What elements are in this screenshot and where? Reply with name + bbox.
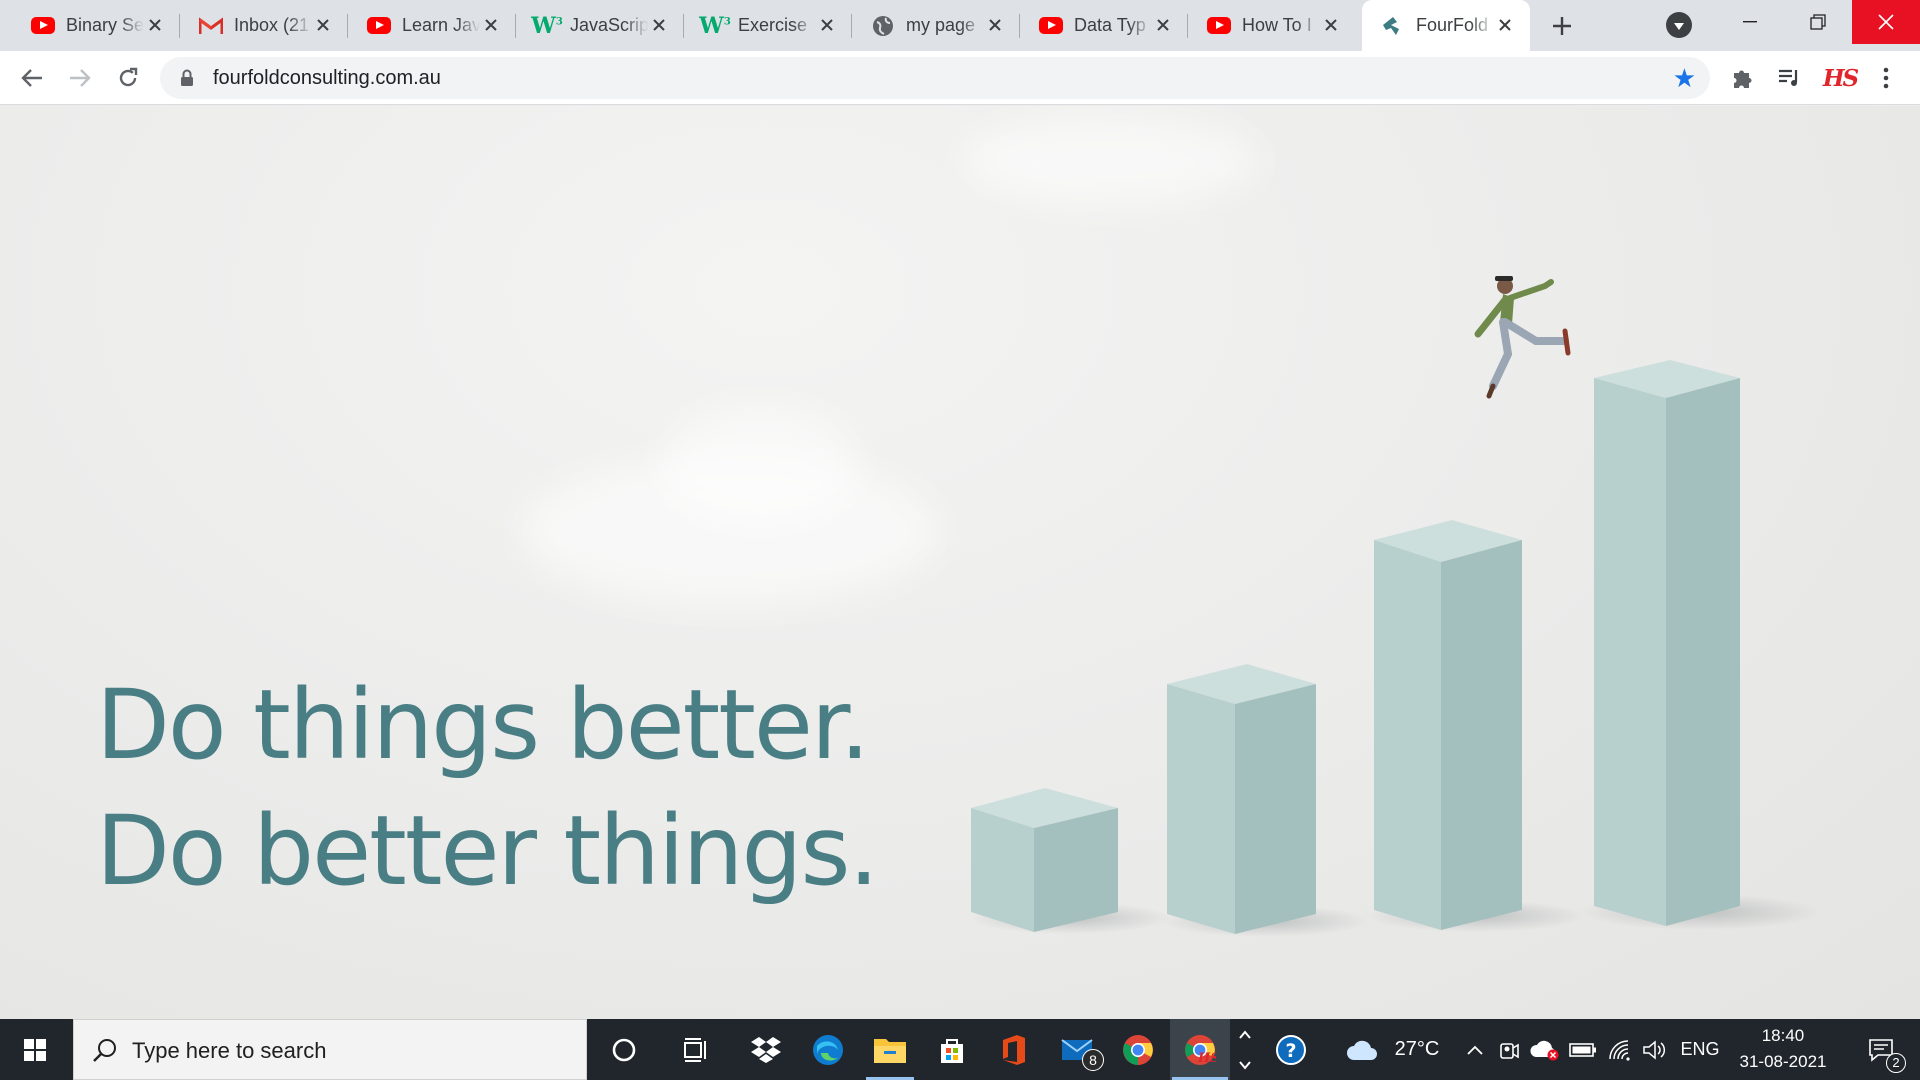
- weather-cloud-icon[interactable]: [1344, 1019, 1380, 1080]
- tab-title: Inbox (21: [234, 15, 310, 35]
- block-2: [1167, 664, 1316, 934]
- tab-2[interactable]: Inbox (21: [180, 0, 348, 51]
- search-placeholder: Type here to search: [132, 1038, 327, 1063]
- youtube-icon: [1206, 13, 1232, 39]
- file-explorer-icon[interactable]: [862, 1019, 918, 1080]
- hero-headline: Do things better. Do better things.: [96, 662, 879, 914]
- dropbox-icon[interactable]: [738, 1019, 794, 1080]
- lock-icon[interactable]: [180, 69, 194, 92]
- url-text[interactable]: fourfoldconsulting.com.au: [213, 57, 441, 99]
- clock[interactable]: 18:40 31-08-2021: [1728, 1023, 1838, 1075]
- media-controls-icon[interactable]: [1776, 64, 1804, 92]
- show-hidden-icons-chevron-icon[interactable]: [1460, 1019, 1490, 1080]
- jumping-person: [1474, 276, 1571, 399]
- svg-text:?: ?: [1285, 1040, 1296, 1062]
- close-tab-icon[interactable]: [1320, 14, 1342, 36]
- wifi-icon[interactable]: [1604, 1019, 1636, 1080]
- w3schools-icon: W3: [531, 12, 563, 39]
- tab-title: How To I: [1242, 15, 1312, 35]
- start-button[interactable]: [0, 1019, 70, 1080]
- close-tab-icon[interactable]: [480, 14, 502, 36]
- tab-8[interactable]: How To I: [1188, 0, 1356, 51]
- headline-line-2: Do better things.: [96, 795, 879, 907]
- help-icon[interactable]: ?: [1268, 1019, 1314, 1080]
- windows-taskbar: Type here to search 8 HS ? 27°C: [0, 1019, 1920, 1080]
- svg-text:HS: HS: [1197, 1051, 1216, 1066]
- edge-browser-icon[interactable]: [800, 1019, 856, 1080]
- language-indicator[interactable]: ENG: [1676, 1019, 1724, 1080]
- new-tab-button[interactable]: [1546, 10, 1578, 42]
- cortana-icon[interactable]: [596, 1019, 652, 1080]
- meet-now-icon[interactable]: [1494, 1019, 1524, 1080]
- globe-icon: [870, 13, 896, 39]
- weather-temperature[interactable]: 27°C: [1384, 1019, 1450, 1080]
- volume-icon[interactable]: [1638, 1019, 1670, 1080]
- close-tab-icon[interactable]: [144, 14, 166, 36]
- chrome-icon[interactable]: [1110, 1019, 1166, 1080]
- tab-3[interactable]: Learn Jav: [348, 0, 516, 51]
- close-tab-icon[interactable]: [312, 14, 334, 36]
- close-tab-icon[interactable]: [1152, 14, 1174, 36]
- gmail-icon: [198, 13, 224, 39]
- onedrive-error-icon[interactable]: [1528, 1019, 1562, 1080]
- windows-logo-icon: [24, 1038, 46, 1061]
- browser-toolbar: fourfoldconsulting.com.au ★ HS: [0, 51, 1920, 105]
- tab-title: FourFold: [1416, 15, 1489, 35]
- address-bar[interactable]: fourfoldconsulting.com.au ★: [160, 57, 1710, 99]
- block-3: [1374, 520, 1522, 930]
- tab-search-icon[interactable]: [1666, 12, 1692, 38]
- tab-title: Data Typ: [1074, 15, 1146, 35]
- block-4: [1594, 360, 1740, 926]
- office-icon[interactable]: [986, 1019, 1042, 1080]
- task-view-icon[interactable]: [668, 1019, 724, 1080]
- tab-title: Exercise: [738, 15, 808, 35]
- youtube-icon: [366, 13, 392, 39]
- hs-extension-icon[interactable]: HS: [1822, 64, 1859, 92]
- tab-strip: Binary Se Inbox (21 Learn Jav W3 JavaScr…: [0, 0, 1920, 51]
- taskbar-search-box[interactable]: Type here to search: [73, 1019, 587, 1080]
- tab-5[interactable]: W3 Exercise: [684, 0, 852, 51]
- tab-4[interactable]: W3 JavaScrip: [516, 0, 684, 51]
- tab-7[interactable]: Data Typ: [1020, 0, 1188, 51]
- clock-date: 31-08-2021: [1739, 1052, 1827, 1071]
- tab-title: my page: [906, 15, 976, 35]
- tab-title: Learn Jav: [402, 15, 480, 35]
- close-tab-icon[interactable]: [648, 14, 670, 36]
- battery-icon[interactable]: [1566, 1019, 1600, 1080]
- close-tab-icon[interactable]: [1494, 14, 1516, 36]
- youtube-icon: [1038, 13, 1064, 39]
- forward-button[interactable]: [64, 62, 96, 94]
- reload-button[interactable]: [112, 62, 144, 94]
- fourfold-icon: [1380, 13, 1406, 39]
- tab-9-active[interactable]: FourFold: [1362, 0, 1530, 51]
- minimize-button[interactable]: [1716, 0, 1784, 44]
- block-1: [971, 788, 1118, 932]
- bookmark-star-icon[interactable]: ★: [1673, 65, 1696, 91]
- mail-badge: 8: [1082, 1049, 1104, 1071]
- tab-1[interactable]: Binary Se: [12, 0, 180, 51]
- tab-6[interactable]: my page: [852, 0, 1020, 51]
- back-button[interactable]: [16, 62, 48, 94]
- youtube-icon: [30, 13, 56, 39]
- taskbar-scroll-arrows[interactable]: [1232, 1019, 1258, 1080]
- notification-center-icon[interactable]: 2: [1852, 1019, 1912, 1080]
- notification-count-badge: 2: [1886, 1053, 1906, 1073]
- tab-title: Binary Se: [66, 15, 144, 35]
- microsoft-store-icon[interactable]: [924, 1019, 980, 1080]
- chrome-menu-icon[interactable]: [1872, 64, 1900, 92]
- clock-time: 18:40: [1761, 1026, 1805, 1045]
- close-window-button[interactable]: [1852, 0, 1920, 44]
- w3schools-icon: W3: [699, 12, 731, 39]
- chrome-profile-active-icon[interactable]: HS: [1170, 1019, 1230, 1080]
- search-icon: [92, 1037, 118, 1068]
- close-tab-icon[interactable]: [816, 14, 838, 36]
- headline-line-1: Do things better.: [96, 669, 870, 781]
- mail-icon[interactable]: 8: [1048, 1019, 1108, 1080]
- extensions-puzzle-icon[interactable]: [1728, 64, 1756, 92]
- hero-section: Do things better. Do better things.: [0, 106, 1920, 1019]
- tab-title: JavaScrip: [570, 15, 648, 35]
- close-tab-icon[interactable]: [984, 14, 1006, 36]
- restore-button[interactable]: [1784, 0, 1852, 44]
